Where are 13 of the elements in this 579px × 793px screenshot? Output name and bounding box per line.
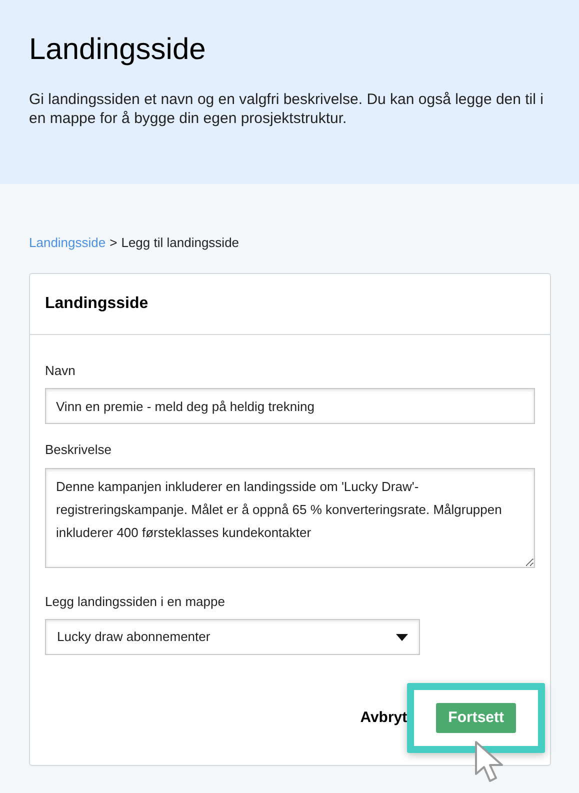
page-title: Landingsside: [29, 32, 207, 68]
folder-dropdown[interactable]: Lucky draw abonnementer: [45, 619, 420, 655]
page-description: Gi landingssiden et navn og en valgfri beskrivelse. Du kan også legge den til i en mappe for å bygge din egen prosjektstruktur.: [29, 90, 544, 128]
dropdown-caret-icon: [396, 634, 408, 640]
description-field[interactable]: Denne kampanjen inkluderer en landingsside om 'Lucky Draw'-registreringskampanje. Målet er å oppnå 65 % konverteringsrate. Målgruppen inkluderer 400 førsteklasses kundekontakter: [45, 468, 535, 568]
field-label: Beskrivelse: [45, 441, 112, 459]
breadcrumb-current: Legg til landingsside: [121, 234, 240, 252]
card-title: Landingsside: [45, 294, 148, 314]
breadcrumb-separator: >: [110, 234, 118, 252]
cancel-button[interactable]: Avbryt: [360, 703, 408, 733]
field-label: Navn: [45, 362, 76, 380]
field-label: Legg landingssiden i en mappe: [45, 592, 226, 611]
name-field[interactable]: Vinn en premie - meld deg på heldig trekning: [45, 388, 535, 424]
